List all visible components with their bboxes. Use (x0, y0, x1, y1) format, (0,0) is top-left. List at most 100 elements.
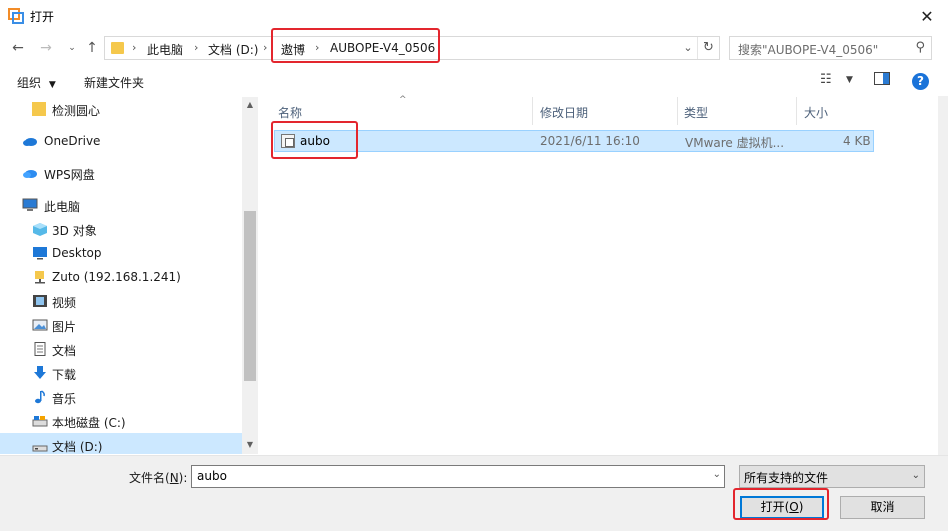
document-icon (32, 342, 46, 356)
cloud-icon (22, 134, 37, 148)
vmware-vmx-file-icon (281, 134, 295, 148)
nav-item-zuto-network[interactable]: Zuto (192.168.1.241) (0, 265, 242, 289)
breadcrumb-current-folder[interactable]: AUBOPE-V4_0506 (330, 41, 435, 55)
file-type-chevron-icon: ⌄ (911, 470, 920, 481)
search-icon: ⚲ (915, 40, 925, 55)
nav-item-label: 检测圆心 (52, 104, 101, 118)
nav-item-music[interactable]: 音乐 (0, 385, 242, 409)
nav-item-label: 音乐 (52, 392, 77, 406)
nav-item-documents-drive-d[interactable]: 文档 (D:) (0, 433, 242, 454)
breadcrumb-drive-d[interactable]: 文档 (D:) (208, 41, 258, 58)
nav-item-label: 此电脑 (44, 200, 81, 214)
vmware-app-icon (8, 8, 24, 24)
nav-item-label: OneDrive (44, 134, 101, 148)
forward-arrow-icon[interactable]: → (38, 40, 54, 56)
nav-item-downloads[interactable]: 下载 (0, 361, 242, 385)
column-header-size-label: 大小 (804, 106, 829, 120)
column-header-size[interactable]: 大小 (797, 97, 875, 125)
nav-item-label: 3D 对象 (52, 224, 97, 238)
breadcrumb-separator[interactable]: › (132, 41, 136, 54)
music-icon (32, 390, 46, 404)
title-bar: 打开 ✕ (0, 0, 948, 32)
close-button[interactable]: ✕ (914, 4, 940, 28)
organize-label: 组织 (17, 76, 42, 90)
scroll-up-arrow-icon[interactable]: ▲ (242, 97, 258, 113)
dialog-footer: 文件名(N): aubo ⌄ 所有支持的文件 ⌄ 打开(O) 取消 (0, 455, 948, 531)
search-input[interactable]: 搜索"AUBOPE-V4_0506" ⚲ (729, 36, 932, 60)
window-edge (938, 96, 948, 455)
nav-item-label: 视频 (52, 296, 77, 310)
address-bar[interactable]: › 此电脑 › 文档 (D:) › 遨博 › AUBOPE-V4_0506 ⌄ … (104, 36, 720, 60)
nav-item-label: Desktop (52, 246, 102, 260)
nav-item-label: 文档 (D:) (52, 440, 103, 454)
breadcrumb-separator[interactable]: › (194, 41, 198, 54)
column-header-modified[interactable]: 修改日期 (533, 97, 677, 125)
address-dropdown-chevron-icon[interactable]: ⌄ (681, 41, 695, 55)
file-list-pane: ^ 名称 修改日期 类型 大小 aubo 2021/6/11 16:10 VMw… (258, 95, 938, 454)
filename-input[interactable]: aubo ⌄ (191, 465, 725, 488)
drive-icon (32, 438, 48, 452)
folder-icon (32, 102, 46, 116)
nav-item-label: 图片 (52, 320, 77, 334)
back-arrow-icon[interactable]: ← (10, 40, 26, 56)
scrollbar-thumb[interactable] (244, 211, 256, 381)
view-options-icon[interactable]: ☷ (820, 72, 832, 87)
view-dropdown-icon[interactable]: ▼ (846, 75, 853, 85)
nav-item-label: WPS网盘 (44, 168, 95, 182)
breadcrumb-separator[interactable]: › (263, 41, 267, 54)
nav-item-desktop[interactable]: Desktop (0, 241, 242, 265)
nav-item-wps-drive[interactable]: WPS网盘 (0, 161, 242, 185)
preview-pane-icon[interactable] (874, 72, 890, 90)
navigation-pane: 检测圆心 OneDrive WPS网盘 此电脑 3D 对象 Desktop Zu… (0, 97, 258, 454)
search-placeholder: 搜索"AUBOPE-V4_0506" (738, 43, 879, 57)
cube-icon (32, 222, 47, 236)
breadcrumb-separator[interactable]: › (315, 41, 319, 54)
filename-label: 文件名(N): (129, 471, 188, 485)
drive-icon (32, 414, 48, 428)
nav-item-label: Zuto (192.168.1.241) (52, 270, 181, 284)
file-row[interactable]: aubo 2021/6/11 16:10 VMware 虚拟机... 4 KB (274, 130, 874, 152)
column-header-name[interactable]: 名称 (274, 97, 532, 125)
column-header-modified-label: 修改日期 (540, 106, 589, 120)
breadcrumb-aubo-folder[interactable]: 遨博 (281, 41, 305, 58)
file-type: VMware 虚拟机... (685, 136, 785, 150)
filename-value: aubo (197, 469, 227, 483)
nav-item-this-pc[interactable]: 此电脑 (0, 193, 242, 217)
refresh-icon[interactable]: ↻ (697, 37, 719, 59)
open-button[interactable]: 打开(O) (740, 496, 824, 519)
nav-item-videos[interactable]: 视频 (0, 289, 242, 313)
cancel-button[interactable]: 取消 (840, 496, 925, 519)
organize-button[interactable]: 组织 ▼ (17, 74, 56, 91)
command-bar: 组织 ▼ 新建文件夹 ☷ ▼ ? (0, 66, 948, 96)
scroll-down-arrow-icon[interactable]: ▼ (242, 437, 258, 453)
recent-locations-chevron-icon[interactable]: ⌄ (64, 40, 80, 56)
computer-icon (22, 198, 38, 212)
nav-item-label: 本地磁盘 (C:) (52, 416, 126, 430)
window-title: 打开 (30, 10, 55, 24)
cloud-icon (22, 166, 37, 180)
file-type-value: 所有支持的文件 (744, 471, 829, 485)
desktop-icon (32, 246, 47, 260)
help-icon[interactable]: ? (912, 73, 929, 90)
breadcrumb-this-pc[interactable]: 此电脑 (147, 41, 183, 58)
file-size: 4 KB (843, 134, 871, 148)
nav-item-label: 文档 (52, 344, 77, 358)
organize-dropdown-icon: ▼ (48, 80, 56, 90)
nav-item-local-disk-c[interactable]: 本地磁盘 (C:) (0, 409, 242, 433)
nav-item-检测圆心[interactable]: 检测圆心 (0, 97, 242, 121)
nav-item-3d-objects[interactable]: 3D 对象 (0, 217, 242, 241)
up-arrow-icon[interactable]: ↑ (84, 40, 100, 56)
nav-item-documents[interactable]: 文档 (0, 337, 242, 361)
nav-item-label: 下载 (52, 368, 77, 382)
network-folder-icon (32, 270, 46, 284)
navigation-scrollbar[interactable]: ▲ ▼ (242, 97, 258, 454)
column-header-type-label: 类型 (684, 106, 709, 120)
nav-item-pictures[interactable]: 图片 (0, 313, 242, 337)
file-name: aubo (300, 134, 330, 148)
filename-dropdown-chevron-icon[interactable]: ⌄ (713, 469, 721, 480)
column-header-type[interactable]: 类型 (678, 97, 796, 125)
file-modified: 2021/6/11 16:10 (540, 134, 640, 148)
new-folder-button[interactable]: 新建文件夹 (84, 74, 144, 91)
nav-item-onedrive[interactable]: OneDrive (0, 129, 242, 153)
file-type-select[interactable]: 所有支持的文件 ⌄ (739, 465, 925, 488)
